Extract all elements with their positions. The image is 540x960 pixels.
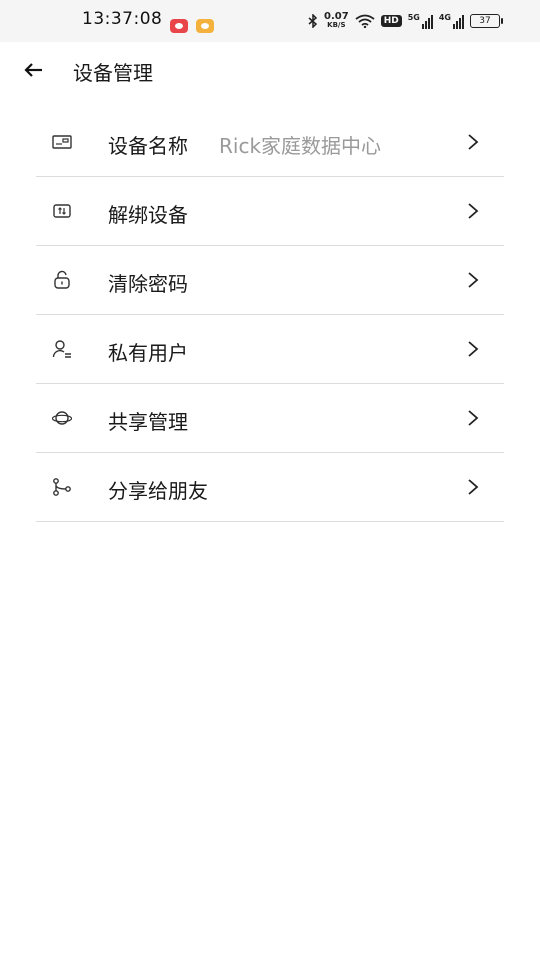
planet-icon <box>52 411 72 425</box>
menu-item-unbind-device[interactable]: 解绑设备 <box>36 177 504 246</box>
menu-item-label: 共享管理 <box>108 410 188 434</box>
weibo-notification-icon <box>196 19 214 33</box>
chevron-right-icon <box>468 203 479 219</box>
page-title: 设备管理 <box>73 61 153 85</box>
menu-item-label: 设备名称 <box>108 134 188 158</box>
chevron-right-icon <box>468 479 479 495</box>
settings-menu: 设备名称 Rick家庭数据中心 解绑设备 清除密码 私有用户 共享管理 分享给朋… <box>36 108 504 522</box>
chevron-right-icon <box>468 410 479 426</box>
bluetooth-icon <box>308 14 318 28</box>
sim1-network-type: 5G <box>407 13 420 22</box>
chevron-right-icon <box>468 341 479 357</box>
notification-app-icon <box>170 19 188 33</box>
menu-item-clear-password[interactable]: 清除密码 <box>36 246 504 315</box>
network-speed: 0.07 KB/S <box>324 12 349 30</box>
menu-item-device-name[interactable]: 设备名称 Rick家庭数据中心 <box>36 108 504 177</box>
signal-4g-icon: 4G <box>439 13 464 29</box>
status-indicators: 0.07 KB/S HD 5G 4G 37 <box>308 12 503 30</box>
menu-item-share-management[interactable]: 共享管理 <box>36 384 504 453</box>
signal-5g-icon: 5G <box>408 13 433 29</box>
back-button[interactable] <box>18 56 48 84</box>
status-time: 13:37:08 <box>82 9 163 29</box>
chevron-right-icon <box>468 272 479 288</box>
device-name-value: Rick家庭数据中心 <box>219 134 382 158</box>
unbind-icon <box>53 204 71 218</box>
share-icon <box>53 478 71 496</box>
network-speed-value: 0.07 <box>324 11 349 22</box>
sim2-network-type: 4G <box>438 13 451 22</box>
wifi-icon <box>355 14 375 28</box>
battery-level: 37 <box>479 16 491 26</box>
hd-voice-badge: HD <box>380 15 402 27</box>
private-user-icon <box>52 340 71 358</box>
menu-item-share-with-friends[interactable]: 分享给朋友 <box>36 453 504 522</box>
menu-item-private-users[interactable]: 私有用户 <box>36 315 504 384</box>
device-card-icon <box>52 135 72 149</box>
app-header: 设备管理 <box>0 42 540 98</box>
status-bar: 13:37:08 0.07 KB/S HD 5G 4G 37 <box>0 0 540 42</box>
chevron-right-icon <box>468 134 479 150</box>
unlock-icon <box>54 270 70 289</box>
battery-icon: 37 <box>470 14 503 28</box>
menu-item-label: 私有用户 <box>108 341 188 365</box>
network-speed-unit: KB/S <box>327 21 346 29</box>
menu-item-label: 清除密码 <box>108 272 188 296</box>
menu-item-label: 分享给朋友 <box>108 479 208 503</box>
back-arrow-icon <box>24 63 42 77</box>
menu-item-label: 解绑设备 <box>108 203 188 227</box>
